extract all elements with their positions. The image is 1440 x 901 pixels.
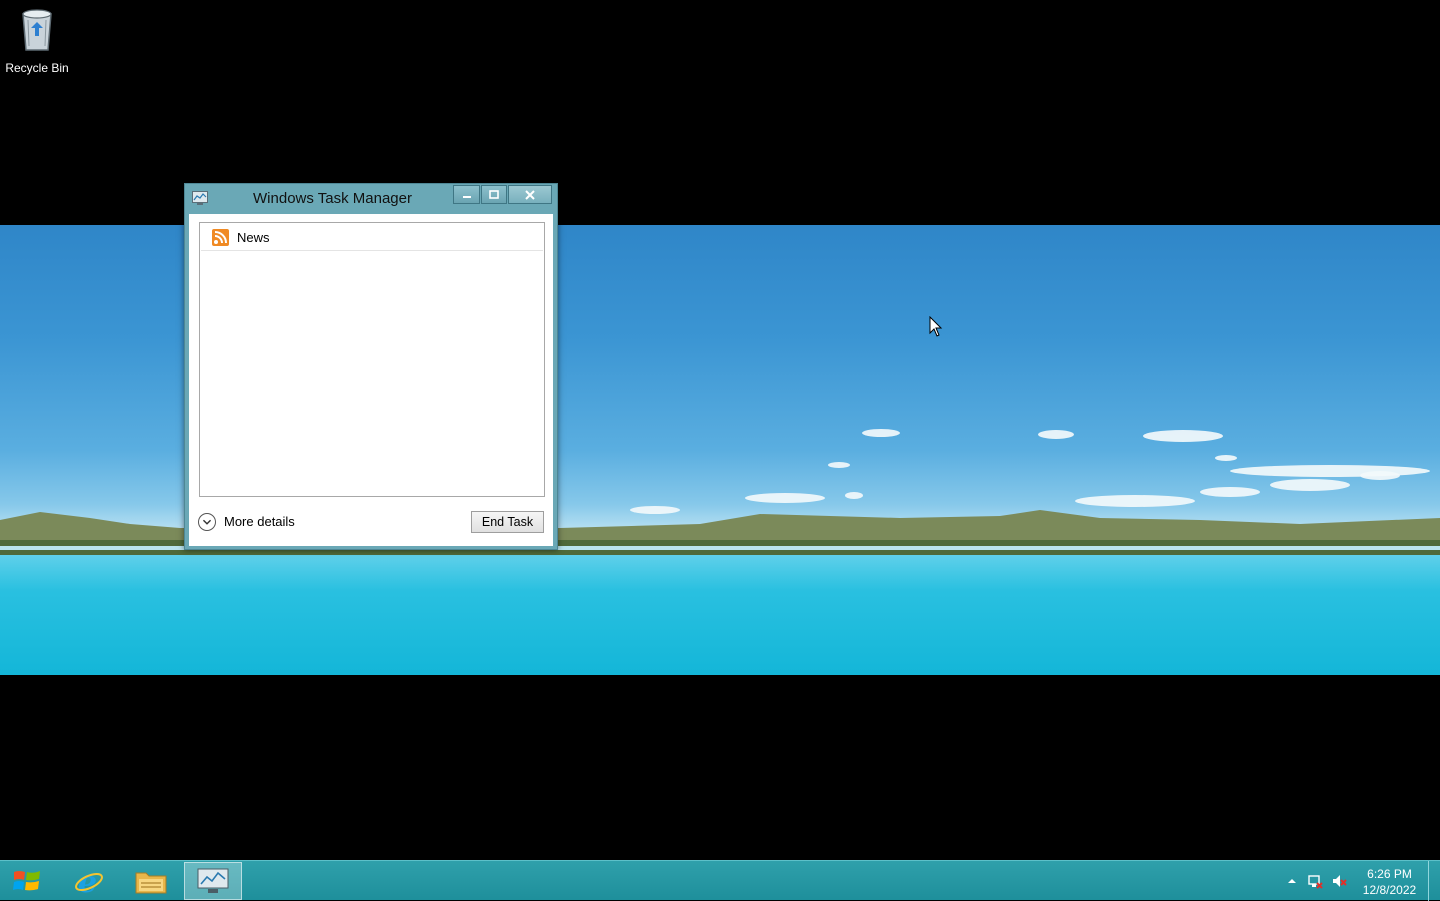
window-title: Windows Task Manager bbox=[253, 190, 412, 207]
task-manager-client: News More details End Task bbox=[189, 214, 553, 546]
more-details-label: More details bbox=[224, 514, 295, 529]
volume-muted-icon[interactable] bbox=[1331, 873, 1347, 889]
mouse-cursor-icon bbox=[929, 316, 943, 337]
folder-icon bbox=[135, 872, 167, 894]
close-button[interactable] bbox=[508, 185, 552, 204]
close-icon bbox=[525, 190, 535, 200]
chevron-down-icon bbox=[198, 513, 216, 531]
task-manager-window: Windows Task Manager News More details E… bbox=[184, 183, 558, 550]
taskbar: e 6:26 PM 12/8/2022 bbox=[0, 860, 1440, 901]
app-list[interactable]: News bbox=[199, 222, 545, 497]
rss-news-icon bbox=[212, 229, 229, 246]
minimize-icon bbox=[462, 196, 471, 198]
ie-icon: e bbox=[75, 865, 103, 900]
list-item[interactable]: News bbox=[201, 224, 543, 251]
maximize-button[interactable] bbox=[481, 185, 507, 204]
taskbar-internet-explorer[interactable]: e bbox=[60, 862, 118, 900]
wallpaper-water bbox=[0, 555, 1440, 675]
taskbar-task-manager[interactable] bbox=[184, 862, 242, 900]
taskbar-file-explorer[interactable] bbox=[122, 862, 180, 900]
end-task-button[interactable]: End Task bbox=[471, 511, 544, 533]
start-button[interactable] bbox=[0, 862, 54, 900]
clock-date: 12/8/2022 bbox=[1362, 883, 1417, 897]
show-desktop-button[interactable] bbox=[1428, 861, 1440, 901]
maximize-icon bbox=[489, 190, 499, 199]
show-hidden-icons-icon[interactable] bbox=[1284, 873, 1300, 889]
title-bar[interactable]: Windows Task Manager bbox=[185, 184, 557, 212]
network-icon[interactable] bbox=[1307, 873, 1323, 889]
desktop: Recycle Bin Windows Task Manager News Mo… bbox=[0, 0, 1440, 860]
recycle-bin-icon bbox=[22, 9, 52, 51]
windows-logo-icon bbox=[13, 871, 40, 891]
clock-time: 6:26 PM bbox=[1367, 867, 1412, 881]
recycle-bin-label: Recycle Bin bbox=[5, 61, 69, 75]
recycle-bin-desktop-icon[interactable]: Recycle Bin bbox=[4, 6, 70, 75]
app-name-label: News bbox=[237, 230, 270, 245]
system-clock[interactable]: 6:26 PM 12/8/2022 bbox=[1352, 866, 1427, 898]
minimize-button[interactable] bbox=[453, 185, 480, 204]
task-manager-icon bbox=[197, 868, 229, 893]
